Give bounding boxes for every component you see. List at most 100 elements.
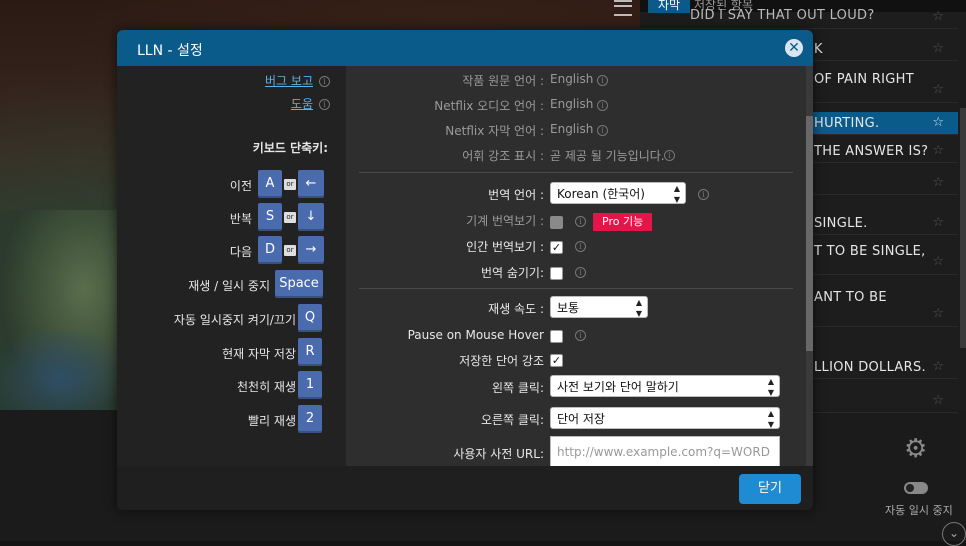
- key-1: 1: [298, 371, 322, 399]
- source-lang-label: 작품 원문 언어 :: [462, 74, 544, 88]
- star-icon[interactable]: ☆: [932, 359, 944, 374]
- star-icon[interactable]: ☆: [932, 143, 944, 158]
- divider: [359, 288, 793, 289]
- key-s: S: [258, 203, 282, 231]
- subtitle-row[interactable]: DID I SAY THAT OUT LOUD? ☆: [640, 6, 958, 29]
- shortcut-label: 천천히 재생: [236, 380, 296, 394]
- subtitle-lang-label: Netflix 자막 언어 :: [445, 124, 544, 138]
- close-icon[interactable]: ✕: [785, 39, 803, 57]
- key-arrow-right: →: [298, 236, 324, 264]
- shortcut-label: 이전: [229, 179, 252, 193]
- info-icon[interactable]: i: [698, 189, 709, 200]
- star-icon[interactable]: ☆: [932, 9, 944, 24]
- menu-icon[interactable]: [614, 0, 632, 16]
- translation-lang-select[interactable]: Korean (한국어) ▲ ▼: [550, 182, 686, 204]
- key-q: Q: [298, 304, 322, 332]
- shortcut-label: 다음: [229, 245, 252, 259]
- autopause-label: 자동 일시 중지: [885, 504, 953, 517]
- shortcut-label: 재생 / 일시 중지: [188, 279, 270, 293]
- autopause-toggle[interactable]: [904, 482, 928, 494]
- or-label: or: [284, 179, 296, 190]
- bug-report-link[interactable]: 버그 보고: [265, 74, 313, 88]
- divider: [359, 172, 793, 173]
- custom-dictionary-url-input[interactable]: http://www.example.com?q=WORD: [550, 436, 780, 466]
- shortcut-row-save-subtitle: 현재 자막 저장 R: [117, 338, 346, 366]
- audio-lang-label: Netflix 오디오 언어 :: [434, 99, 544, 113]
- dialog-footer: 닫기: [117, 466, 813, 510]
- shortcut-label: 반복: [229, 212, 252, 226]
- custom-dictionary-url-label: 사용자 사전 URL:: [453, 447, 544, 461]
- dialog-body: 버그 보고 i 도움 i 키보드 단축키: 이전 A or ← 반복 S or ↓ …: [117, 66, 813, 466]
- key-space: Space: [275, 270, 323, 298]
- info-icon[interactable]: i: [664, 150, 675, 161]
- close-button[interactable]: 닫기: [739, 474, 801, 504]
- highlight-saved-words-label: 저장한 단어 강조: [459, 354, 544, 368]
- shortcut-label: 자동 일시중지 켜기/끄기: [173, 313, 296, 327]
- settings-scrollbar-thumb[interactable]: [806, 116, 813, 351]
- translation-lang-label: 번역 언어 :: [488, 188, 544, 202]
- help-link[interactable]: 도움: [291, 97, 313, 111]
- star-icon[interactable]: ☆: [932, 175, 944, 190]
- dialog-header: LLN - 설정 ✕: [117, 30, 813, 66]
- hide-translation-label: 번역 숨기기:: [480, 266, 544, 280]
- pro-feature-badge[interactable]: Pro 기능: [593, 213, 653, 231]
- vocab-highlight-value: 곧 제공 될 기능입니다.: [550, 149, 665, 163]
- star-icon[interactable]: ☆: [932, 41, 944, 56]
- info-icon[interactable]: i: [597, 75, 608, 86]
- select-arrows-icon: ▲ ▼: [635, 298, 642, 318]
- right-click-select[interactable]: 단어 저장 ▲ ▼: [550, 407, 780, 429]
- star-icon[interactable]: ☆: [932, 115, 944, 130]
- right-click-label: 오른쪽 클릭:: [480, 413, 544, 427]
- human-translation-checkbox[interactable]: ✓: [550, 241, 563, 254]
- playback-speed-label: 재생 속도 :: [488, 302, 544, 316]
- dialog-title: LLN - 설정: [137, 43, 203, 59]
- info-icon[interactable]: i: [319, 76, 330, 87]
- playback-speed-select[interactable]: 보통 ▲ ▼: [550, 296, 648, 318]
- info-icon[interactable]: i: [575, 330, 586, 341]
- star-icon[interactable]: ☆: [932, 254, 944, 269]
- info-icon[interactable]: i: [575, 216, 586, 227]
- star-icon[interactable]: ☆: [932, 393, 944, 408]
- machine-translation-label: 기계 번역보기 :: [466, 214, 544, 228]
- settings-dialog: LLN - 설정 ✕ 버그 보고 i 도움 i 키보드 단축키: 이전 A or ←…: [117, 30, 813, 510]
- shortcut-row-fast: 빨리 재생 2: [117, 405, 346, 433]
- star-icon[interactable]: ☆: [932, 215, 944, 230]
- hide-translation-checkbox[interactable]: [550, 267, 563, 280]
- shortcut-row-autopause: 자동 일시중지 켜기/끄기 Q: [117, 304, 346, 332]
- subtitle-lang-value: English: [550, 122, 594, 136]
- video-frame-figure: [0, 330, 120, 410]
- gear-icon[interactable]: ⚙: [904, 434, 927, 464]
- shortcut-row-slow: 천천히 재생 1: [117, 371, 346, 399]
- bug-report-row: 버그 보고 i: [265, 72, 330, 89]
- left-click-label: 왼쪽 클릭:: [491, 381, 544, 395]
- shortcut-label: 빨리 재생: [248, 414, 296, 428]
- audio-lang-value: English: [550, 97, 594, 111]
- key-arrow-down: ↓: [298, 203, 324, 231]
- star-icon[interactable]: ☆: [932, 82, 944, 97]
- shortcut-row-previous: 이전 A or ←: [117, 170, 346, 198]
- pause-on-hover-checkbox[interactable]: [550, 330, 563, 343]
- or-label: or: [284, 212, 296, 223]
- star-icon[interactable]: ☆: [932, 306, 944, 321]
- shortcut-row-play-pause: 재생 / 일시 중지 Space: [117, 270, 346, 298]
- vocab-highlight-label: 어휘 강조 표시 :: [462, 149, 544, 163]
- or-label: or: [284, 245, 296, 256]
- info-icon[interactable]: i: [597, 125, 608, 136]
- highlight-saved-words-checkbox[interactable]: ✓: [550, 354, 563, 367]
- info-icon[interactable]: i: [575, 267, 586, 278]
- key-2: 2: [298, 405, 322, 433]
- left-click-select[interactable]: 사전 보기와 단어 말하기 ▲ ▼: [550, 375, 780, 397]
- info-icon[interactable]: i: [319, 99, 330, 110]
- select-arrows-icon: ▲ ▼: [767, 409, 774, 429]
- machine-translation-checkbox[interactable]: [550, 216, 563, 229]
- key-d: D: [258, 236, 282, 264]
- chevron-down-icon[interactable]: ⌄: [942, 522, 966, 546]
- key-a: A: [258, 170, 282, 198]
- subtitle-scrollbar[interactable]: [960, 108, 966, 348]
- info-icon[interactable]: i: [575, 241, 586, 252]
- key-arrow-left: ←: [298, 170, 324, 198]
- key-r: R: [298, 338, 322, 366]
- info-icon[interactable]: i: [597, 100, 608, 111]
- help-row: 도움 i: [291, 95, 330, 112]
- shortcut-row-repeat: 반복 S or ↓: [117, 203, 346, 231]
